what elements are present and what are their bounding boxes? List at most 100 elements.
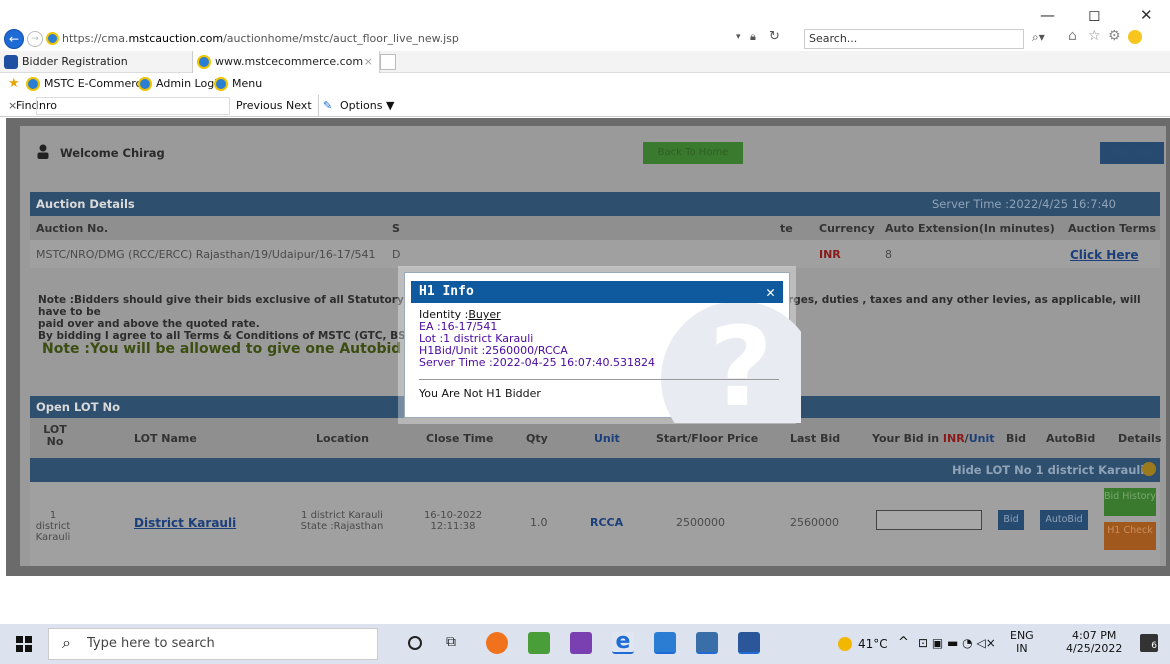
col-close-time: Close Time bbox=[426, 432, 494, 445]
new-tab-button[interactable] bbox=[380, 54, 396, 70]
fav-admin-login[interactable]: Admin Login bbox=[138, 74, 224, 94]
home-icon[interactable]: ⌂ bbox=[1068, 28, 1077, 44]
auction-data-row: MSTC/NRO/DMG (RCC/ERCC) Rajasthan/19/Uda… bbox=[30, 240, 1160, 268]
dialog-title-bar: H1 Info ✕ bbox=[411, 281, 783, 303]
bid-history-button[interactable]: Bid History bbox=[1104, 488, 1156, 516]
find-bar: × Find: nro Previous Next ✎ Options ▼ bbox=[0, 95, 1170, 117]
auction-terms-link[interactable]: Click Here bbox=[1070, 248, 1139, 262]
auction-details-bar: Auction Details Server Time :2022/4/25 1… bbox=[30, 192, 1160, 216]
find-next-button[interactable]: Next bbox=[286, 95, 312, 117]
hide-lot-bar[interactable]: Hide LOT No 1 district Karauli bbox=[30, 458, 1160, 482]
lot-name-link[interactable]: District Karauli bbox=[134, 516, 236, 530]
find-input[interactable]: nro bbox=[36, 97, 230, 115]
minimize-button[interactable]: — bbox=[1040, 6, 1055, 24]
server-time: Server Time :2022/4/25 16:7:40 bbox=[932, 197, 1116, 211]
location-line-2: State :Rajasthan bbox=[300, 521, 384, 532]
chevron-down-icon: ▼ bbox=[385, 99, 395, 112]
autobid-button[interactable]: AutoBid bbox=[1040, 510, 1088, 530]
clock-date: 4/25/2022 bbox=[1066, 642, 1123, 655]
refresh-icon[interactable]: ↻ bbox=[769, 29, 780, 44]
your-bid-unit: Unit bbox=[968, 432, 995, 445]
toggle-circle-icon[interactable] bbox=[1142, 462, 1156, 476]
highlight-pen-icon[interactable]: ✎ bbox=[318, 95, 332, 117]
col-your-bid: Your Bid in INR/Unit bbox=[872, 432, 995, 445]
favorites-star-icon[interactable]: ☆ bbox=[1088, 28, 1101, 44]
tab-mstcecommerce[interactable]: www.mstcecommerce.com × bbox=[192, 51, 380, 73]
tab-close-icon[interactable]: × bbox=[364, 51, 373, 73]
fav-menu[interactable]: Menu bbox=[214, 74, 262, 94]
fav-label: Menu bbox=[232, 77, 263, 90]
search-icon: ⌕ bbox=[62, 633, 71, 652]
back-arrow-icon: ← bbox=[8, 32, 20, 46]
smiley-icon[interactable] bbox=[1128, 30, 1142, 44]
ie-page-icon bbox=[138, 77, 152, 91]
language-indicator[interactable]: ENG IN bbox=[1010, 629, 1034, 655]
dropdown-icon[interactable]: ▾ bbox=[736, 32, 741, 42]
sign-out-button[interactable]: Sign Out bbox=[1100, 142, 1164, 164]
close-window-button[interactable]: ✕ bbox=[1140, 6, 1153, 24]
back-to-home-button[interactable]: Back To Home bbox=[643, 142, 743, 164]
cortana-icon[interactable] bbox=[408, 636, 422, 650]
h1-result-text: You Are Not H1 Bidder bbox=[419, 387, 541, 400]
internet-explorer-icon[interactable]: e bbox=[612, 631, 634, 654]
settings-gear-icon[interactable]: ⚙ bbox=[1108, 28, 1121, 44]
tab-bidder-registration[interactable]: Bidder Registration bbox=[0, 51, 192, 73]
search-icon[interactable]: ⌕▾ bbox=[1032, 30, 1045, 45]
h1-check-button[interactable]: H1 Check bbox=[1104, 522, 1156, 550]
find-previous-button[interactable]: Previous bbox=[236, 95, 283, 117]
dialog-close-button[interactable]: ✕ bbox=[766, 281, 775, 303]
address-bar[interactable]: https://cma.mstcauction.com/auctionhome/… bbox=[62, 30, 802, 48]
word-icon[interactable] bbox=[738, 632, 760, 654]
taskbar-search-input[interactable]: Type here to search bbox=[48, 628, 378, 660]
forward-arrow-icon: → bbox=[31, 34, 39, 44]
lang-line-2: IN bbox=[1016, 642, 1028, 655]
notifications-icon[interactable]: 6 bbox=[1140, 634, 1158, 652]
browser-search-input[interactable]: Search... bbox=[804, 29, 1024, 49]
ie-page-icon bbox=[197, 55, 211, 69]
outlook-icon[interactable] bbox=[654, 632, 676, 654]
address-row: ← → https://cma.mstcauction.com/auctionh… bbox=[0, 28, 1170, 50]
welcome-text: Welcome Chirag bbox=[60, 146, 165, 160]
lot-number: 1 district Karauli bbox=[35, 510, 71, 543]
close-time: 12:11:38 bbox=[430, 521, 476, 532]
bid-button[interactable]: Bid bbox=[998, 510, 1024, 530]
bid-amount-input[interactable] bbox=[876, 510, 982, 530]
page-overlay: Welcome Chirag Back To Home Sign Out Auc… bbox=[6, 118, 1170, 576]
open-lot-title: Open LOT No bbox=[36, 400, 121, 414]
url-prefix: https://cma. bbox=[62, 32, 129, 45]
col-bid: Bid bbox=[1006, 432, 1027, 445]
col-auction-no: Auction No. bbox=[36, 222, 109, 235]
forward-button[interactable]: → bbox=[27, 31, 43, 47]
col-te: te bbox=[780, 222, 793, 235]
network-app-icon[interactable] bbox=[696, 632, 718, 654]
restore-button[interactable]: ◻ bbox=[1088, 6, 1100, 24]
col-auction-terms: Auction Terms bbox=[1068, 222, 1157, 235]
favorites-add-icon[interactable]: ★ bbox=[8, 74, 20, 94]
weather-temp[interactable]: 41°C bbox=[858, 637, 888, 651]
task-view-icon[interactable]: ⧉ bbox=[446, 634, 456, 650]
h1-info-dialog: ? H1 Info ✕ Identity :Buyer EA :16-17/54… bbox=[404, 272, 801, 423]
clock[interactable]: 4:07 PM 4/25/2022 bbox=[1066, 629, 1122, 655]
firefox-icon[interactable] bbox=[486, 632, 508, 654]
visual-studio-icon[interactable] bbox=[570, 632, 592, 654]
back-button[interactable]: ← bbox=[4, 29, 24, 49]
hide-lot-label[interactable]: Hide LOT No 1 district Karauli bbox=[952, 463, 1144, 477]
tray-icons[interactable]: ⊡ ▣ ▬ ◔ ◁× bbox=[918, 636, 996, 650]
col-lot-name: LOT Name bbox=[134, 432, 197, 445]
ie-page-icon bbox=[46, 32, 59, 45]
windows-start-icon[interactable] bbox=[16, 636, 32, 652]
weather-sun-icon bbox=[838, 637, 852, 651]
col-details: Details bbox=[1118, 432, 1162, 445]
col-lot-no: LOT No bbox=[43, 423, 67, 448]
col-qty: Qty bbox=[526, 432, 548, 445]
notification-count: 6 bbox=[1151, 641, 1157, 651]
app-icon[interactable] bbox=[528, 632, 550, 654]
tray-chevron-icon[interactable]: ^ bbox=[898, 635, 909, 650]
dialog-body: Identity :Buyer EA :16-17/541 Lot :1 dis… bbox=[419, 309, 779, 369]
find-options-button[interactable]: Options ▼ bbox=[340, 95, 394, 117]
dialog-divider bbox=[419, 379, 779, 380]
lock-icon: 🔒︎ bbox=[750, 30, 756, 43]
lot-location: 1 district Karauli State :Rajasthan bbox=[282, 510, 402, 532]
fav-mstc-ecommerce[interactable]: MSTC E-Commerce bbox=[26, 74, 148, 94]
tab-label: www.mstcecommerce.com bbox=[215, 55, 364, 68]
